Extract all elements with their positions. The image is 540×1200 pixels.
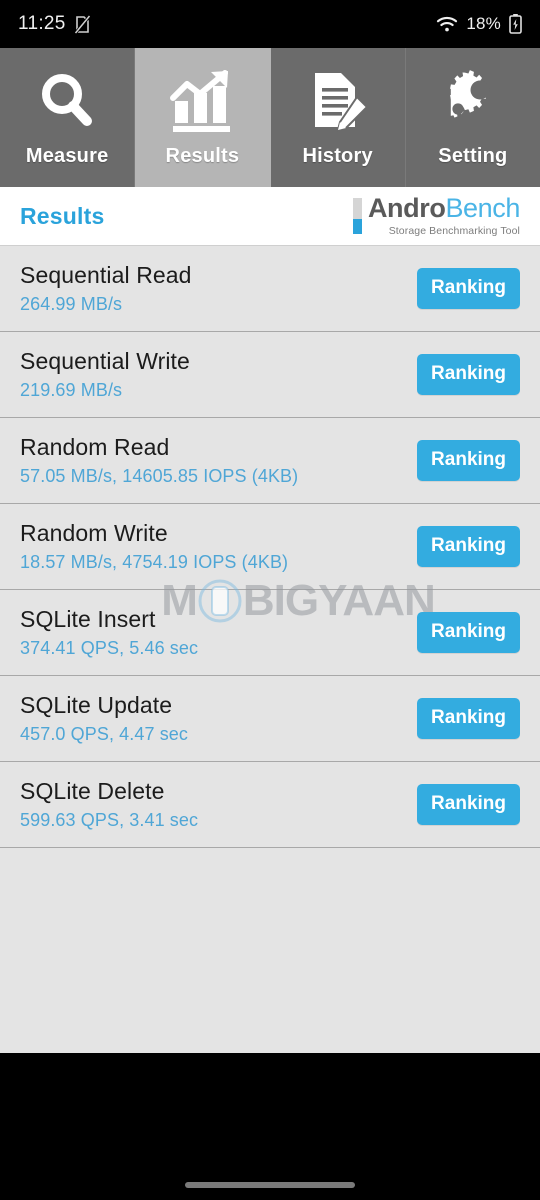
table-row[interactable]: Random Write 18.57 MB/s, 4754.19 IOPS (4…: [0, 504, 540, 590]
row-texts: Random Write 18.57 MB/s, 4754.19 IOPS (4…: [20, 520, 288, 573]
row-value: 57.05 MB/s, 14605.85 IOPS (4KB): [20, 466, 299, 486]
wifi-icon: [436, 16, 458, 33]
logo-brand-second: Bench: [445, 193, 520, 224]
gears-icon: [438, 67, 508, 133]
androbench-logo: AndroBench Storage Benchmarking Tool: [352, 195, 520, 237]
row-texts: SQLite Update 457.0 QPS, 4.47 sec: [20, 692, 188, 745]
status-bar-left: 11:25: [18, 13, 91, 35]
table-row[interactable]: Random Read 57.05 MB/s, 14605.85 IOPS (4…: [0, 418, 540, 504]
logo-tagline: Storage Benchmarking Tool: [388, 225, 520, 238]
tab-history[interactable]: History: [270, 48, 406, 187]
battery-percent-label: 18%: [466, 14, 501, 33]
logo-bar-icon: [352, 198, 362, 234]
page-header: Results AndroBench Storage Benchmarking …: [0, 187, 540, 246]
table-row[interactable]: SQLite Delete 599.63 QPS, 3.41 sec Ranki…: [0, 762, 540, 848]
row-title: SQLite Delete: [20, 778, 165, 804]
phone-screen: 11:25 18% Measure Results History Settin…: [0, 0, 540, 1200]
tab-results[interactable]: Results: [135, 48, 271, 187]
status-bar: 11:25 18%: [0, 0, 540, 48]
page-title: Results: [20, 202, 105, 229]
table-row[interactable]: SQLite Update 457.0 QPS, 4.47 sec Rankin…: [0, 676, 540, 762]
table-row[interactable]: SQLite Insert 374.41 QPS, 5.46 sec Ranki…: [0, 590, 540, 676]
row-value: 219.69 MB/s: [20, 380, 123, 400]
list-empty-space: [0, 848, 540, 1053]
ranking-button[interactable]: Ranking: [417, 440, 520, 481]
row-value: 457.0 QPS, 4.47 sec: [20, 724, 189, 744]
ranking-button[interactable]: Ranking: [417, 784, 520, 825]
ranking-button[interactable]: Ranking: [417, 268, 520, 309]
row-texts: Sequential Read 264.99 MB/s: [20, 262, 192, 315]
battery-charging-icon: [509, 14, 522, 34]
row-texts: SQLite Insert 374.41 QPS, 5.46 sec: [20, 606, 198, 659]
home-gesture-pill[interactable]: [185, 1182, 355, 1188]
tab-measure-label: Measure: [25, 145, 109, 167]
row-title: Sequential Write: [20, 348, 190, 374]
logo-wordmark: AndroBench: [368, 195, 520, 222]
tab-setting-label: Setting: [438, 145, 508, 167]
tab-history-label: History: [302, 145, 373, 167]
clock: 11:25: [18, 13, 66, 34]
logo-text: AndroBench Storage Benchmarking Tool: [368, 195, 520, 237]
row-texts: Sequential Write 219.69 MB/s: [20, 348, 190, 401]
row-title: SQLite Update: [20, 692, 173, 718]
tab-setting[interactable]: Setting: [405, 48, 540, 187]
row-title: Random Write: [20, 520, 168, 546]
row-texts: Random Read 57.05 MB/s, 14605.85 IOPS (4…: [20, 434, 298, 487]
tab-measure[interactable]: Measure: [0, 48, 136, 187]
row-value: 599.63 QPS, 3.41 sec: [20, 810, 199, 830]
row-title: Sequential Read: [20, 262, 192, 288]
row-title: Random Read: [20, 434, 170, 460]
sim-card-off-icon: [73, 14, 91, 34]
system-navigation-bar: [0, 1053, 540, 1200]
row-title: SQLite Insert: [20, 606, 156, 632]
results-list[interactable]: Sequential Read 264.99 MB/s Ranking Sequ…: [0, 246, 540, 1053]
tab-results-label: Results: [165, 145, 240, 167]
table-row[interactable]: Sequential Read 264.99 MB/s Ranking: [0, 246, 540, 332]
main-tab-bar: Measure Results History Setting: [0, 48, 540, 187]
ranking-button[interactable]: Ranking: [417, 612, 520, 653]
bar-chart-trending-up-icon: [167, 67, 237, 133]
table-row[interactable]: Sequential Write 219.69 MB/s Ranking: [0, 332, 540, 418]
ranking-button[interactable]: Ranking: [417, 354, 520, 395]
magnifier-icon: [34, 67, 100, 133]
ranking-button[interactable]: Ranking: [417, 698, 520, 739]
logo-brand-first: Andro: [367, 193, 446, 224]
ranking-button[interactable]: Ranking: [417, 526, 520, 567]
row-value: 264.99 MB/s: [20, 294, 123, 314]
row-value: 18.57 MB/s, 4754.19 IOPS (4KB): [20, 552, 289, 572]
row-value: 374.41 QPS, 5.46 sec: [20, 638, 199, 658]
document-pencil-icon: [305, 67, 371, 133]
row-texts: SQLite Delete 599.63 QPS, 3.41 sec: [20, 778, 198, 831]
status-bar-right: 18%: [436, 14, 522, 34]
